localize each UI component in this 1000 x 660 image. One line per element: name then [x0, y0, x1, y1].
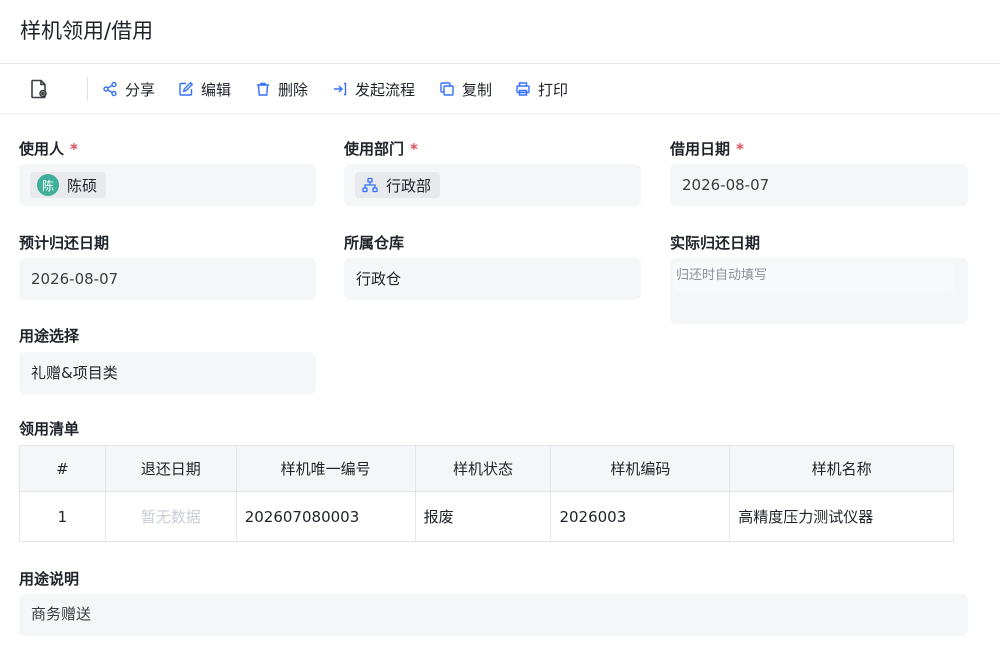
- toolbar: 分享 编辑 删除 发起流程 复制 打印: [0, 64, 1000, 114]
- print-label: 打印: [538, 80, 569, 99]
- purpose-desc-field[interactable]: 商务赠送: [19, 594, 968, 636]
- avatar: 陈: [37, 174, 59, 196]
- enter-arrow-icon: [334, 82, 347, 96]
- col-header-name: 样机名称: [729, 445, 954, 492]
- trash-icon: [257, 82, 269, 96]
- warehouse-field[interactable]: 行政仓: [344, 258, 641, 300]
- department-label: 使用部门 *: [344, 140, 418, 158]
- cell-code: 2026003: [550, 491, 731, 542]
- user-name: 陈硕: [67, 176, 98, 195]
- borrow-date-value: 2026-08-07: [682, 176, 770, 194]
- department-field[interactable]: 行政部: [344, 164, 641, 206]
- borrow-date-label: 借用日期 *: [670, 140, 744, 158]
- item-table: # 退还日期 样机唯一编号 样机状态 样机编码 样机名称 1 暂无数据 2026…: [19, 445, 954, 542]
- cell-name: 高精度压力测试仪器: [729, 491, 954, 542]
- purpose-desc-value: 商务赠送: [31, 605, 92, 623]
- planned-return-date-value: 2026-08-07: [31, 270, 119, 288]
- col-header-unique-no: 样机唯一编号: [235, 445, 416, 492]
- col-header-code: 样机编码: [550, 445, 731, 492]
- edit-label: 编辑: [201, 80, 232, 99]
- edit-button[interactable]: 编辑: [178, 77, 231, 101]
- print-button[interactable]: 打印: [515, 77, 568, 101]
- cell-unique-no: 202607080003: [235, 491, 416, 542]
- user-field[interactable]: 陈 陈硕: [19, 164, 316, 206]
- share-icon: [103, 81, 117, 97]
- actual-return-date-label: 实际归还日期: [670, 234, 761, 252]
- org-chart-icon: [362, 177, 378, 193]
- share-label: 分享: [125, 80, 156, 99]
- warehouse-value: 行政仓: [356, 270, 402, 288]
- delete-button[interactable]: 删除: [255, 77, 308, 101]
- required-mark: *: [70, 140, 78, 158]
- purpose-desc-label: 用途说明: [19, 570, 80, 588]
- edit-icon: [179, 81, 194, 96]
- page-header: 样机领用/借用: [0, 0, 1000, 64]
- purpose-select-label: 用途选择: [19, 327, 80, 345]
- col-header-index: #: [19, 445, 106, 492]
- department-name: 行政部: [386, 176, 432, 195]
- list-title: 领用清单: [19, 420, 80, 438]
- copy-icon: [440, 82, 454, 96]
- delete-label: 删除: [278, 80, 309, 99]
- planned-return-date-label: 预计归还日期: [19, 234, 110, 252]
- toolbar-divider: [87, 77, 88, 101]
- cell-status: 报废: [414, 491, 552, 542]
- page-title: 样机领用/借用: [20, 19, 154, 43]
- start-flow-button[interactable]: 发起流程: [332, 77, 415, 101]
- table-row[interactable]: 1 暂无数据 202607080003 报废 2026003 高精度压力测试仪器: [19, 491, 954, 542]
- col-header-return-date: 退还日期: [104, 445, 237, 492]
- planned-return-date-field[interactable]: 2026-08-07: [19, 258, 316, 300]
- document-view-icon[interactable]: [28, 78, 52, 100]
- required-mark: *: [410, 140, 418, 158]
- copy-button[interactable]: 复制: [439, 77, 492, 101]
- copy-label: 复制: [462, 80, 493, 99]
- user-label: 使用人 *: [19, 140, 78, 158]
- col-header-status: 样机状态: [414, 445, 552, 492]
- actual-return-date-placeholder: 归还时自动填写: [676, 268, 768, 283]
- share-button[interactable]: 分享: [102, 77, 155, 101]
- user-chip[interactable]: 陈 陈硕: [30, 172, 107, 198]
- actual-return-date-field[interactable]: 归还时自动填写: [670, 258, 968, 324]
- purpose-select-field[interactable]: 礼赠&项目类: [19, 352, 316, 394]
- borrow-date-field[interactable]: 2026-08-07: [670, 164, 968, 206]
- warehouse-label: 所属仓库: [344, 234, 405, 252]
- purpose-select-value: 礼赠&项目类: [31, 364, 118, 382]
- start-flow-label: 发起流程: [355, 80, 416, 99]
- required-mark: *: [736, 140, 744, 158]
- actual-return-date-input[interactable]: 归还时自动填写: [674, 262, 954, 292]
- department-chip[interactable]: 行政部: [355, 172, 441, 198]
- printer-icon: [516, 82, 530, 96]
- table-header-row: # 退还日期 样机唯一编号 样机状态 样机编码 样机名称: [19, 445, 954, 492]
- cell-return-date: 暂无数据: [104, 491, 237, 542]
- cell-index: 1: [19, 491, 106, 542]
